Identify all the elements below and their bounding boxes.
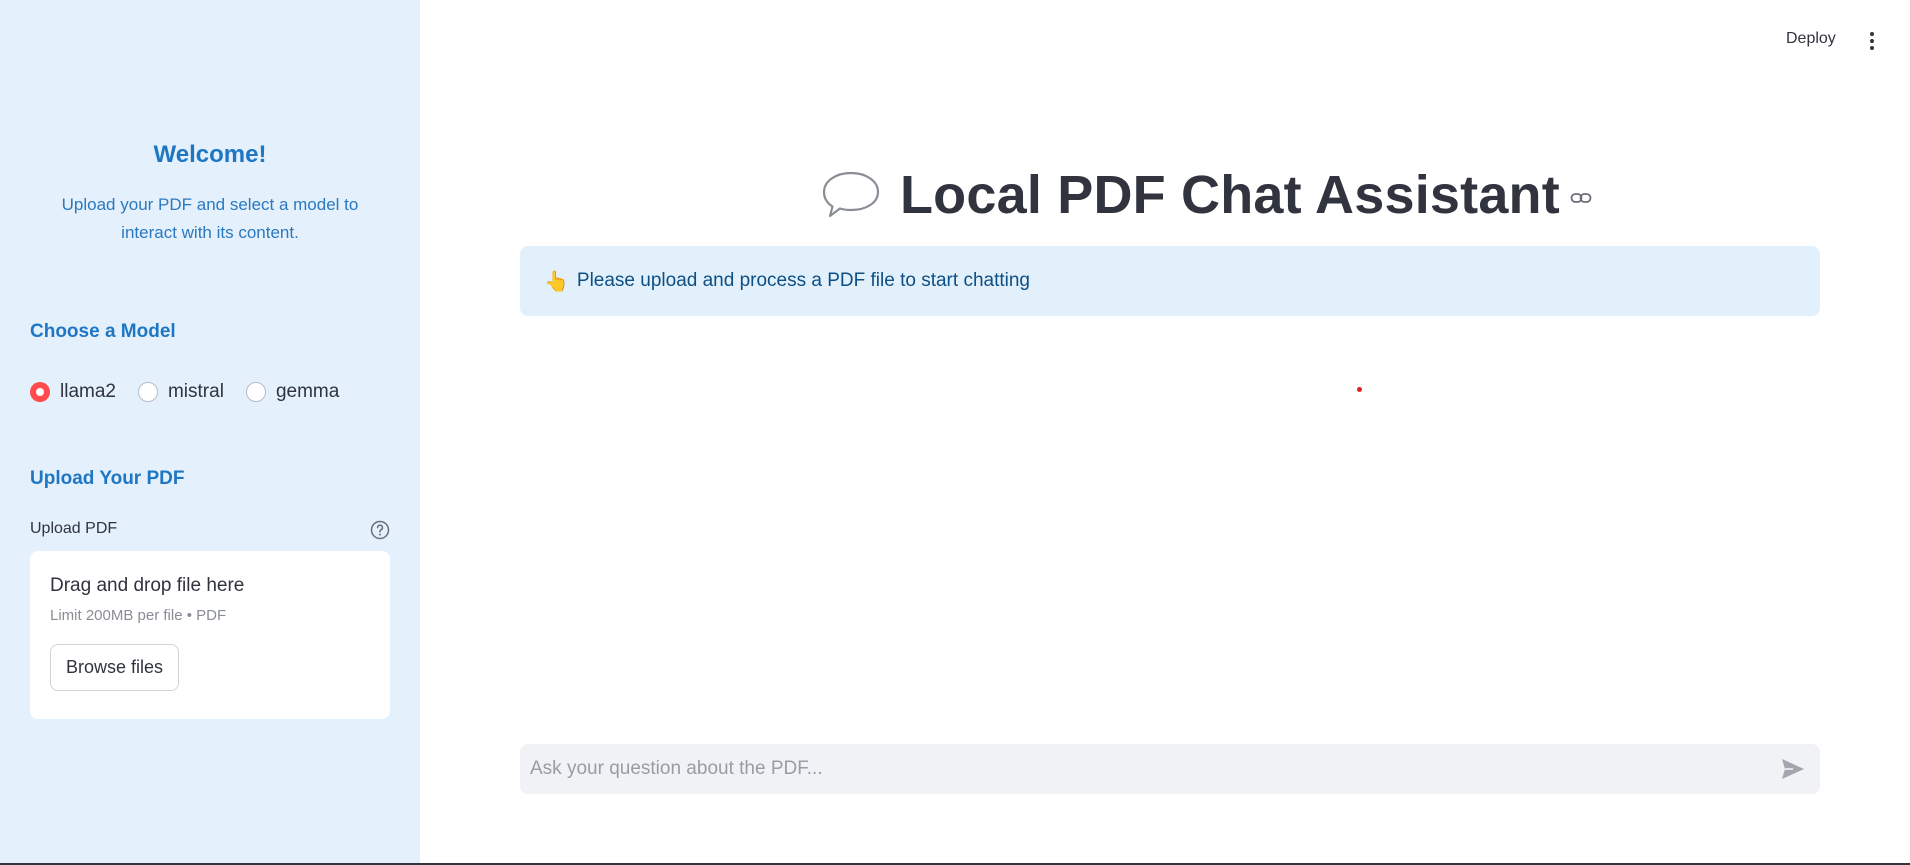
radio-unselected-icon[interactable]	[137, 382, 158, 402]
model-radio-group: llama2 mistral gemma	[30, 381, 339, 403]
upload-heading: Upload Your PDF	[30, 468, 185, 489]
file-dropzone[interactable]: Drag and drop file here Limit 200MB per …	[30, 551, 390, 719]
welcome-title: Welcome!	[153, 141, 267, 168]
info-alert: 👆 Please upload and process a PDF file t…	[520, 246, 1820, 316]
welcome-subtitle: Upload your PDF and select a model to in…	[61, 195, 359, 242]
radio-selected-icon[interactable]	[30, 382, 50, 402]
link-anchor-icon[interactable]	[1570, 191, 1592, 205]
speech-bubble-icon	[822, 171, 880, 218]
dropzone-title: Drag and drop file here	[50, 575, 245, 596]
radio-label: llama2	[60, 381, 116, 402]
red-dot-marker	[1357, 387, 1362, 392]
kebab-menu-icon[interactable]	[1864, 30, 1880, 52]
radio-option-mistral[interactable]: mistral	[137, 381, 224, 403]
chat-input-container	[520, 744, 1820, 794]
sidebar: Welcome! Upload your PDF and select a mo…	[0, 0, 420, 865]
model-heading: Choose a Model	[30, 321, 176, 342]
radio-unselected-icon[interactable]	[245, 382, 266, 402]
browse-files-button[interactable]: Browse files	[50, 644, 180, 691]
page-title: Local PDF Chat Assistant	[900, 165, 1560, 225]
pointing-hand-icon: 👆	[544, 270, 569, 293]
info-text: Please upload and process a PDF file to …	[576, 270, 1030, 291]
radio-label: mistral	[167, 381, 224, 402]
dropzone-limit: Limit 200MB per file • PDF	[50, 607, 227, 624]
radio-option-gemma[interactable]: gemma	[245, 381, 340, 403]
chat-input[interactable]	[520, 744, 1760, 794]
radio-option-llama2[interactable]: llama2	[30, 381, 116, 403]
send-icon[interactable]	[1780, 757, 1806, 781]
help-circle-icon[interactable]	[370, 520, 390, 540]
app-root: Welcome! Upload your PDF and select a mo…	[0, 0, 1910, 865]
deploy-button[interactable]: Deploy	[1786, 30, 1836, 48]
radio-label: gemma	[275, 381, 340, 402]
title-row: Local PDF Chat Assistant	[820, 160, 1592, 230]
upload-label: Upload PDF	[30, 520, 118, 537]
